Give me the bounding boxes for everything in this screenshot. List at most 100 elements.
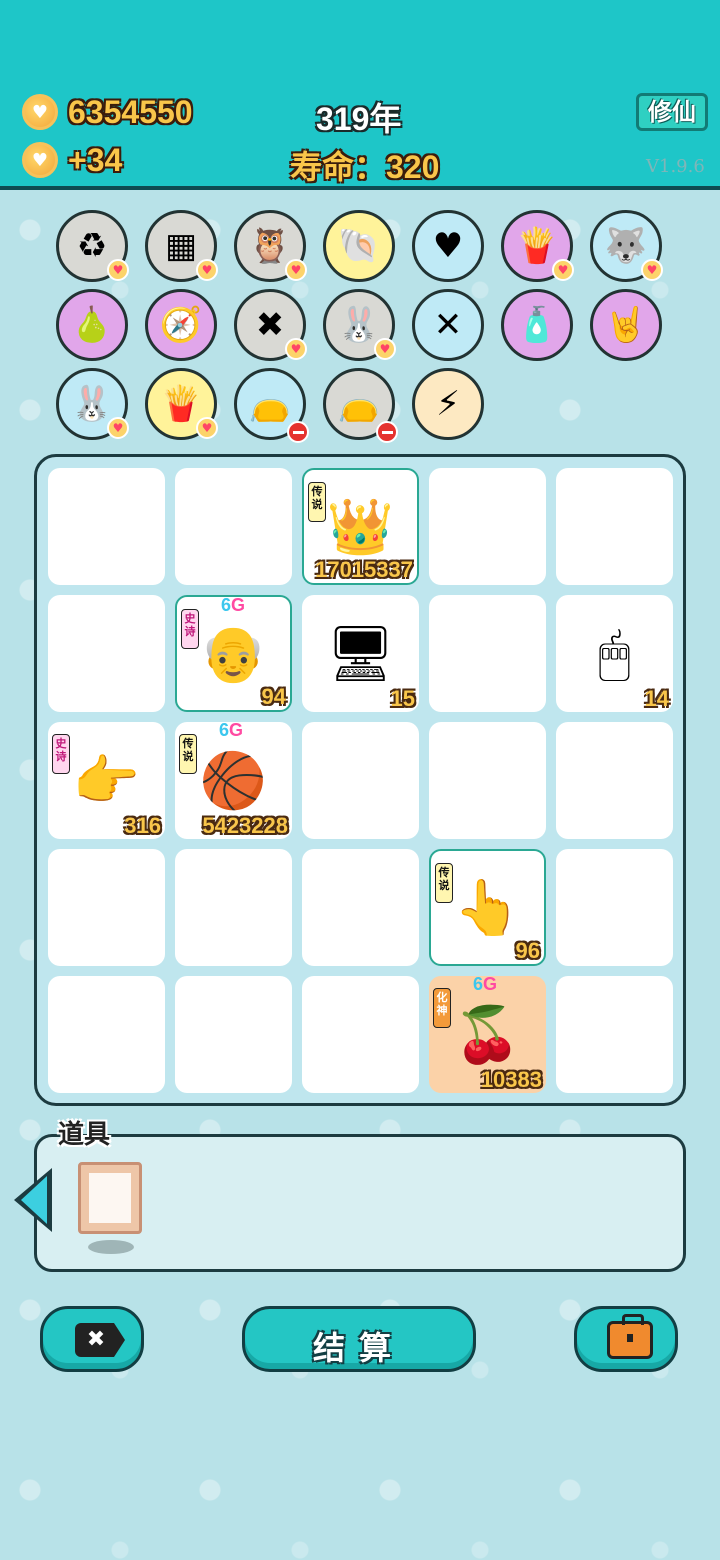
picture-frame-icon[interactable]: [78, 1162, 142, 1234]
compass-item[interactable]: 🧭: [145, 289, 217, 361]
heart-badge-icon: ♥: [552, 259, 574, 281]
empty-board-cell[interactable]: [48, 468, 165, 585]
top-status-bar: ♥ 6354550 ♥ +34 319年 寿命：320 修仙 V1.9.6: [0, 0, 720, 190]
rarity-tag: 化神: [433, 988, 451, 1028]
cherries-cell[interactable]: 🍒 化神 6G 10383: [429, 974, 546, 1093]
lightning-item[interactable]: ⚡: [412, 368, 484, 440]
mouse-cell[interactable]: 🖱 14: [556, 595, 673, 712]
heart-fan-item[interactable]: ♥: [412, 210, 484, 282]
empty-board-cell[interactable]: [556, 976, 673, 1093]
pomelo-item[interactable]: 🍐: [56, 289, 128, 361]
empty-board-cell[interactable]: [175, 976, 292, 1093]
golden-hand-cell[interactable]: 👆 传说 96: [429, 849, 546, 966]
heart-badge-icon: ♥: [107, 417, 129, 439]
g6-badge: 6G: [221, 595, 245, 616]
empty-board-cell[interactable]: [429, 468, 546, 585]
empty-board-cell[interactable]: [429, 595, 546, 712]
fries-item-2[interactable]: 🍟 ♥: [145, 368, 218, 440]
cell-value: 17015337: [315, 557, 413, 582]
rarity-tag: 传说: [179, 734, 197, 774]
refresh-item[interactable]: ♻ ♥: [56, 210, 129, 282]
empty-board-cell[interactable]: [48, 976, 165, 1093]
compass-icon: 🧭: [159, 305, 203, 345]
merge-board: 👑 传说 17015337 👴 史诗 6G 94 🖥 15 🖱 14 👉 史诗 316 🏀 传说 6G 54232…: [34, 454, 686, 1106]
empty-board-cell[interactable]: [556, 849, 673, 966]
heart-fan-icon: ♥: [432, 226, 464, 266]
lifespan: 寿命：320: [290, 149, 440, 185]
money-bag-icon: 👝: [337, 384, 381, 424]
heart-badge-icon: ♥: [196, 259, 218, 281]
spray-bottle-item[interactable]: 🧴: [501, 289, 573, 361]
sugar-cubes-item[interactable]: ▦ ♥: [145, 210, 218, 282]
g6-badge-letter: G: [483, 974, 498, 994]
year-counter: 319年: [316, 101, 402, 137]
shell-item[interactable]: 🐚: [323, 210, 395, 282]
empty-board-cell[interactable]: [302, 976, 419, 1093]
rarity-tag: 传说: [435, 863, 453, 903]
money-bag-icon: 👝: [248, 384, 292, 424]
empty-board-cell[interactable]: [556, 468, 673, 585]
husky-item[interactable]: 🐺 ♥: [590, 210, 663, 282]
pomelo-icon: 🍐: [70, 305, 114, 345]
empty-board-cell[interactable]: [556, 722, 673, 839]
rarity-tag: 史诗: [181, 609, 199, 649]
version-label: V1.9.6: [646, 156, 705, 177]
delete-tag-icon: ✖: [255, 305, 285, 345]
basketball-cell[interactable]: 🏀 传说 6G 5423228: [175, 720, 292, 839]
rabbit-item-2[interactable]: 🐰 ♥: [56, 368, 129, 440]
rarity-tag: 史诗: [52, 734, 70, 774]
heart-badge-icon: ♥: [285, 338, 307, 360]
empty-board-cell[interactable]: [48, 849, 165, 966]
farmer-cell[interactable]: 👴 史诗 6G 94: [175, 595, 292, 712]
coin-total: 6354550: [68, 94, 193, 130]
remove-badge-icon[interactable]: [376, 421, 398, 443]
heart-badge-icon: ♥: [641, 259, 663, 281]
g6-badge-letter: G: [231, 595, 246, 615]
g6-badge-number: 6: [221, 595, 232, 615]
chopsticks-item[interactable]: ✕: [412, 289, 484, 361]
inventory-button[interactable]: [574, 1306, 678, 1372]
empty-board-cell[interactable]: [175, 849, 292, 966]
monitor-cell[interactable]: 🖥 15: [302, 595, 419, 712]
husky-icon: 🐺: [604, 226, 648, 266]
heart-badge-icon: ♥: [285, 259, 307, 281]
empty-board-cell[interactable]: [302, 849, 419, 966]
owls-item[interactable]: 🦉 ♥: [234, 210, 307, 282]
discard-button[interactable]: ✖: [40, 1306, 144, 1372]
rabbit-item[interactable]: 🐰 ♥: [323, 289, 396, 361]
rock-hand-item[interactable]: 🤘: [590, 289, 662, 361]
cell-value: 14: [644, 686, 669, 711]
g6-badge-number: 6: [219, 720, 230, 740]
chopsticks-icon: ✕: [433, 305, 463, 345]
shell-icon: 🐚: [337, 226, 381, 266]
briefcase-icon: [607, 1314, 653, 1359]
cell-value: 15: [390, 686, 415, 711]
pointing-hand-cell[interactable]: 👉 史诗 316: [48, 722, 165, 839]
coin-rate-icon: ♥: [22, 142, 58, 178]
spray-bottle-icon: 🧴: [515, 305, 559, 345]
delete-tag-item[interactable]: ✖ ♥: [234, 289, 307, 361]
king-cell[interactable]: 👑 传说 17015337: [302, 468, 419, 585]
coin-icon: ♥: [22, 94, 58, 130]
empty-board-cell[interactable]: [175, 468, 292, 585]
empty-board-cell[interactable]: [302, 722, 419, 839]
settle-button-label: 结算: [312, 1329, 405, 1367]
bag-item-2[interactable]: 👝: [323, 368, 398, 443]
cultivate-button[interactable]: 修仙: [636, 93, 708, 131]
owl-icon: 🦉: [248, 226, 292, 266]
fries-item[interactable]: 🍟 ♥: [501, 210, 574, 282]
coin-rate: +34: [68, 142, 123, 178]
rock-hand-icon: 🤘: [604, 305, 648, 345]
g6-badge: 6G: [473, 974, 497, 995]
empty-board-cell[interactable]: [48, 595, 165, 712]
bag-item[interactable]: 👝: [234, 368, 309, 443]
settle-button[interactable]: 结算: [242, 1306, 476, 1372]
empty-board-cell[interactable]: [429, 722, 546, 839]
heart-badge-icon: ♥: [374, 338, 396, 360]
heart-badge-icon: ♥: [107, 259, 129, 281]
g6-badge-letter: G: [229, 720, 244, 740]
remove-badge-icon[interactable]: [287, 421, 309, 443]
lightning-icon: ⚡: [436, 384, 460, 424]
rabbit-icon: 🐰: [337, 305, 381, 345]
recycle-icon: ♻: [76, 226, 108, 266]
